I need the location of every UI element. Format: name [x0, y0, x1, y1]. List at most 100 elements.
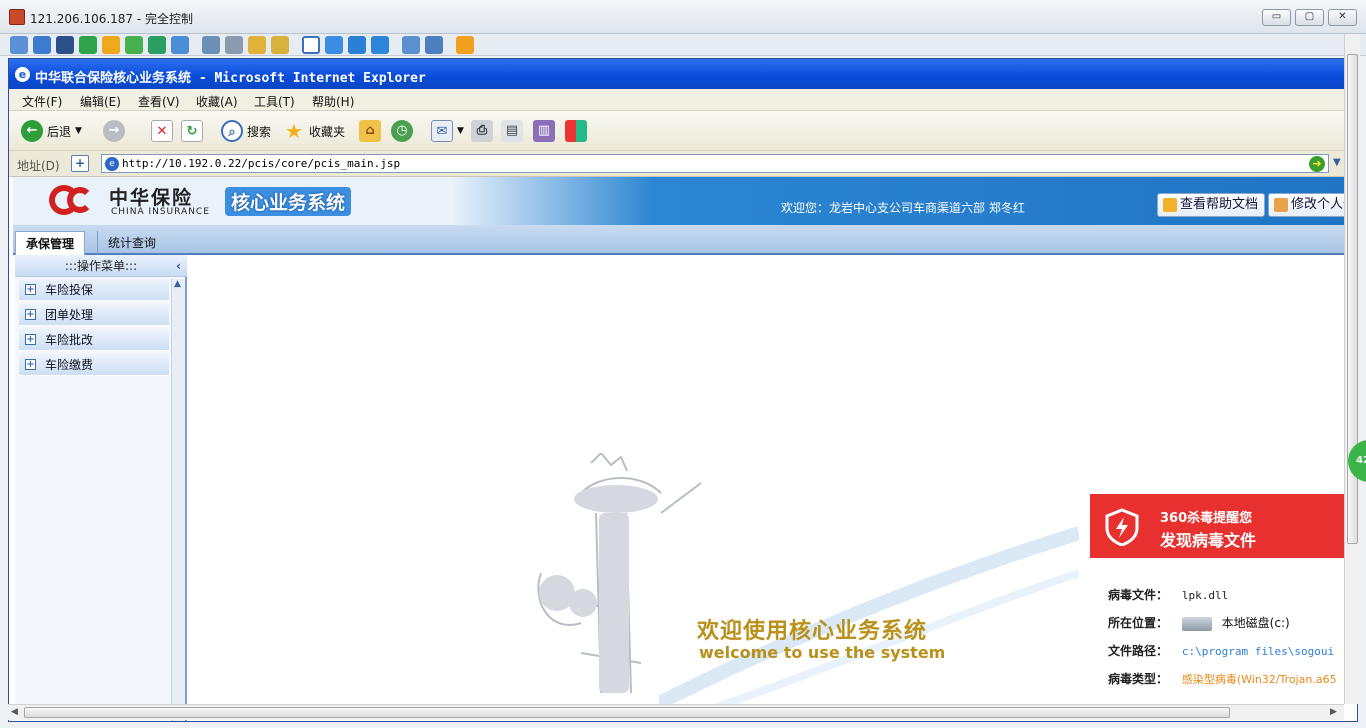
- logo-text: 中华保险: [109, 187, 194, 209]
- screen-icon[interactable]: [10, 36, 28, 54]
- welcome-user-text: 欢迎您：龙岩中心支公司车商渠道六部 郑冬红: [781, 201, 1025, 215]
- remote-toolbar: [0, 34, 1366, 56]
- home-button[interactable]: ⌂: [359, 118, 381, 144]
- tools-icon[interactable]: [425, 36, 443, 54]
- stop-button[interactable]: ✕: [151, 118, 173, 144]
- horizontal-scroll-thumb[interactable]: [24, 707, 1230, 718]
- help-doc-button[interactable]: 查看帮助文档: [1157, 193, 1266, 217]
- expand-icon: +: [25, 309, 36, 320]
- tab-underwriting[interactable]: 承保管理: [15, 231, 86, 255]
- file-path-link[interactable]: c:\program files\sogoui: [1182, 645, 1334, 658]
- message-icon[interactable]: [171, 36, 189, 54]
- mail-button[interactable]: ✉ ▼: [431, 118, 464, 144]
- mail-icon: ✉: [431, 120, 453, 142]
- books-icon: ▥: [533, 120, 555, 142]
- back-dropdown-icon[interactable]: ▼: [75, 126, 82, 136]
- disk-icon: [1181, 616, 1212, 631]
- ie-menubar: 文件(F) 编辑(E) 查看(V) 收藏(A) 工具(T) 帮助(H): [9, 89, 1357, 111]
- lock-icon[interactable]: [248, 36, 266, 54]
- location-label: 所在位置：: [1108, 616, 1169, 630]
- location-value: 本地磁盘(c:): [1221, 616, 1290, 630]
- forward-button[interactable]: →: [103, 118, 125, 144]
- ie-titlebar: e 中华联合保险核心业务系统 - Microsoft Internet Expl…: [9, 59, 1357, 89]
- scroll-right-icon[interactable]: ▶: [1330, 707, 1337, 717]
- menu-file[interactable]: 文件(F): [22, 93, 62, 110]
- remote-window-title: 121.206.106.187 - 完全控制: [30, 12, 194, 26]
- history-button[interactable]: ◷: [391, 118, 413, 144]
- virus-file-label: 病毒文件：: [1108, 588, 1169, 602]
- sidebar-title: :::操作菜单:::: [64, 259, 138, 273]
- address-label: 地址(D): [17, 159, 60, 173]
- collapse-icon[interactable]: ‹: [176, 255, 181, 277]
- chat-icon[interactable]: [125, 36, 143, 54]
- sidebar-item-auto-insure[interactable]: + 车险投保: [19, 279, 169, 301]
- transfer-icon[interactable]: [79, 36, 97, 54]
- expand-icon: +: [25, 284, 36, 295]
- sidebar-header: :::操作菜单::: ‹: [15, 255, 187, 277]
- terminal-icon[interactable]: [56, 36, 74, 54]
- print-button[interactable]: ⎙: [471, 118, 493, 144]
- location-row: 所在位置： 本地磁盘(c:): [1108, 614, 1290, 631]
- welcome-title-cn: 欢迎使用核心业务系统: [697, 619, 928, 644]
- search-label: 搜索: [247, 124, 272, 139]
- network-icon[interactable]: [225, 36, 243, 54]
- virus-type-row: 病毒类型： 感染型病毒(Win32/Trojan.a65: [1108, 670, 1337, 687]
- sidebar-item-endorsement[interactable]: + 车险批改: [19, 329, 169, 351]
- google-icon: [565, 120, 587, 142]
- remote-horizontal-scrollbar[interactable]: ◀ ▶: [8, 704, 1344, 720]
- refresh-icon: ↻: [181, 120, 203, 142]
- stop-icon: ✕: [151, 120, 173, 142]
- print-icon: ⎙: [471, 120, 493, 142]
- phone-icon[interactable]: [148, 36, 166, 54]
- menu-help[interactable]: 帮助(H): [312, 93, 354, 110]
- scale-icon[interactable]: [371, 36, 389, 54]
- add-shield-icon[interactable]: +: [71, 155, 89, 172]
- welcome-title-en: welcome to use the system: [699, 643, 946, 662]
- sidebar-scrollbar[interactable]: ▲: [171, 279, 185, 721]
- maximize-button[interactable]: ▢: [1295, 9, 1324, 26]
- antivirus-subtitle: 发现病毒文件: [1160, 531, 1257, 550]
- remote-vertical-scrollbar[interactable]: [1344, 34, 1360, 704]
- research-button[interactable]: ▥: [533, 118, 555, 144]
- favorites-button[interactable]: ★ 收藏夹: [283, 118, 345, 144]
- edit-button[interactable]: ▤: [501, 118, 523, 144]
- minimize-button[interactable]: ▭: [1262, 9, 1291, 26]
- sidebar-item-payment[interactable]: + 车险缴费: [19, 354, 169, 376]
- antivirus-title: 360杀毒提醒您: [1160, 511, 1253, 526]
- disconnect-icon[interactable]: [456, 36, 474, 54]
- tab-statistics[interactable]: 统计查询: [97, 231, 166, 255]
- power-icon[interactable]: [102, 36, 120, 54]
- back-button[interactable]: ← 后退 ▼: [21, 118, 82, 144]
- fullscreen-icon[interactable]: [302, 36, 320, 54]
- google-button[interactable]: [565, 118, 587, 144]
- search-button[interactable]: ⌕ 搜索: [221, 118, 271, 144]
- menu-edit[interactable]: 编辑(E): [80, 93, 121, 110]
- monitor-icon[interactable]: [33, 36, 51, 54]
- expand-icon: +: [25, 359, 36, 370]
- help-doc-label: 查看帮助文档: [1180, 197, 1259, 212]
- menu-favorites[interactable]: 收藏(A): [196, 93, 238, 110]
- logo-mark-icon: [67, 187, 93, 213]
- window-icon[interactable]: [348, 36, 366, 54]
- ie-address-bar: 地址(D) + http://10.192.0.22/pcis/core/pci…: [9, 151, 1357, 177]
- unlock-icon[interactable]: [271, 36, 289, 54]
- upload-icon[interactable]: [202, 36, 220, 54]
- antivirus-popup[interactable]: 360杀毒提醒您 发现病毒文件 病毒文件： lpk.dll 所在位置： 本地磁盘…: [1090, 494, 1352, 704]
- sidebar-item-group-policy[interactable]: + 团单处理: [19, 304, 169, 326]
- clipboard-icon[interactable]: [402, 36, 420, 54]
- ie-title: 中华联合保险核心业务系统 - Microsoft Internet Explor…: [35, 71, 426, 86]
- address-input[interactable]: http://10.192.0.22/pcis/core/pcis_main.j…: [101, 154, 1329, 173]
- menu-view[interactable]: 查看(V): [138, 93, 180, 110]
- refresh-button[interactable]: ↻: [181, 118, 203, 144]
- close-button[interactable]: ✕: [1328, 9, 1357, 26]
- scroll-up-icon[interactable]: ▲: [174, 279, 181, 289]
- fit-icon[interactable]: [325, 36, 343, 54]
- favorites-label: 收藏夹: [309, 124, 346, 139]
- edit-icon: ▤: [501, 120, 523, 142]
- go-icon[interactable]: ➜: [1309, 156, 1325, 172]
- address-dropdown-icon[interactable]: ▼: [1333, 157, 1341, 168]
- menu-tools[interactable]: 工具(T): [254, 93, 295, 110]
- mail-dropdown-icon[interactable]: ▼: [457, 126, 464, 136]
- scroll-left-icon[interactable]: ◀: [11, 707, 18, 717]
- remote-app-icon: [9, 9, 25, 25]
